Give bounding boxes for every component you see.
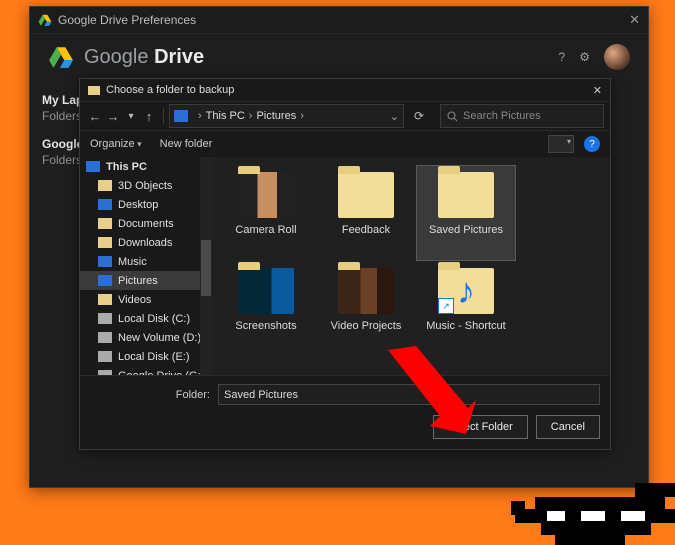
drive-icon	[38, 13, 52, 27]
tree-item[interactable]: Pictures	[80, 271, 212, 290]
folder-input[interactable]	[218, 384, 600, 405]
back-button[interactable]: ←	[86, 109, 104, 124]
gear-icon[interactable]: ⚙	[579, 50, 590, 64]
tree-item[interactable]: New Volume (D:)	[80, 328, 212, 347]
tree-item[interactable]: Music	[80, 252, 212, 271]
picker-titlebar: Choose a folder to backup ✕	[80, 79, 610, 101]
scrollbar-thumb[interactable]	[201, 240, 211, 296]
folder-item[interactable]: Video Projects	[316, 261, 416, 357]
recent-button[interactable]: ▾	[122, 111, 140, 122]
tree-item[interactable]: Videos	[80, 290, 212, 309]
prefs-header: Google Drive ? ⚙	[30, 34, 648, 78]
avatar[interactable]	[604, 44, 630, 70]
scrollbar[interactable]	[200, 157, 212, 375]
folder-label: Folder:	[90, 389, 218, 401]
pc-icon	[174, 110, 188, 122]
picker-title: Choose a folder to backup	[106, 84, 234, 96]
folder-icon	[88, 84, 100, 96]
folder-item[interactable]: Screenshots	[216, 261, 316, 357]
new-folder-button[interactable]: New folder	[160, 138, 213, 150]
tree-item[interactable]: Local Disk (C:)	[80, 309, 212, 328]
chevron-down-icon[interactable]: ⌄	[390, 110, 399, 123]
breadcrumb[interactable]: › This PC › Pictures › ⌄	[169, 104, 404, 128]
drive-icon	[48, 44, 74, 70]
folder-item[interactable]: Saved Pictures	[416, 165, 516, 261]
folder-grid[interactable]: Camera RollFeedbackSaved Pictures Screens…	[212, 157, 610, 375]
refresh-button[interactable]: ⟳	[408, 109, 430, 123]
close-icon[interactable]: ✕	[593, 84, 602, 97]
tree-item[interactable]: Documents	[80, 214, 212, 233]
tree-item[interactable]: Google Drive (G:)	[80, 366, 212, 375]
crumb-this-pc[interactable]: This PC	[206, 110, 245, 122]
view-options-button[interactable]	[548, 135, 574, 153]
help-icon[interactable]: ?	[559, 50, 566, 64]
tree-this-pc[interactable]: This PC	[80, 157, 212, 176]
toolbar: Organize New folder ?	[80, 131, 610, 157]
search-icon	[447, 111, 458, 122]
tree-item[interactable]: Desktop	[80, 195, 212, 214]
tree-item[interactable]: 3D Objects	[80, 176, 212, 195]
folder-item[interactable]: Feedback	[316, 165, 416, 261]
picker-footer: Folder: Select Folder Cancel	[80, 375, 610, 449]
search-input[interactable]: Search Pictures	[440, 104, 604, 128]
nav-tree[interactable]: This PC 3D ObjectsDesktopDocumentsDownlo…	[80, 157, 212, 375]
up-button[interactable]: ↑	[140, 109, 158, 124]
crumb-pictures[interactable]: Pictures	[256, 110, 296, 122]
nav-bar: ← → ▾ ↑ › This PC › Pictures › ⌄ ⟳ Searc…	[80, 101, 610, 131]
tree-item[interactable]: Downloads	[80, 233, 212, 252]
folder-picker-dialog: Choose a folder to backup ✕ ← → ▾ ↑ › Th…	[79, 78, 611, 450]
organize-menu[interactable]: Organize	[90, 138, 142, 150]
cancel-button[interactable]: Cancel	[536, 415, 600, 439]
tree-item[interactable]: Local Disk (E:)	[80, 347, 212, 366]
select-folder-button[interactable]: Select Folder	[433, 415, 528, 439]
pixel-decoration	[475, 465, 675, 545]
folder-item[interactable]: Camera Roll	[216, 165, 316, 261]
folder-item[interactable]: ♪↗Music - Shortcut	[416, 261, 516, 357]
help-icon[interactable]: ?	[584, 136, 600, 152]
close-icon[interactable]: ✕	[629, 12, 640, 28]
brand: Google Drive	[84, 46, 204, 69]
prefs-title: Google Drive Preferences	[58, 13, 196, 27]
forward-button[interactable]: →	[104, 109, 122, 124]
prefs-titlebar: Google Drive Preferences ✕	[30, 7, 648, 34]
